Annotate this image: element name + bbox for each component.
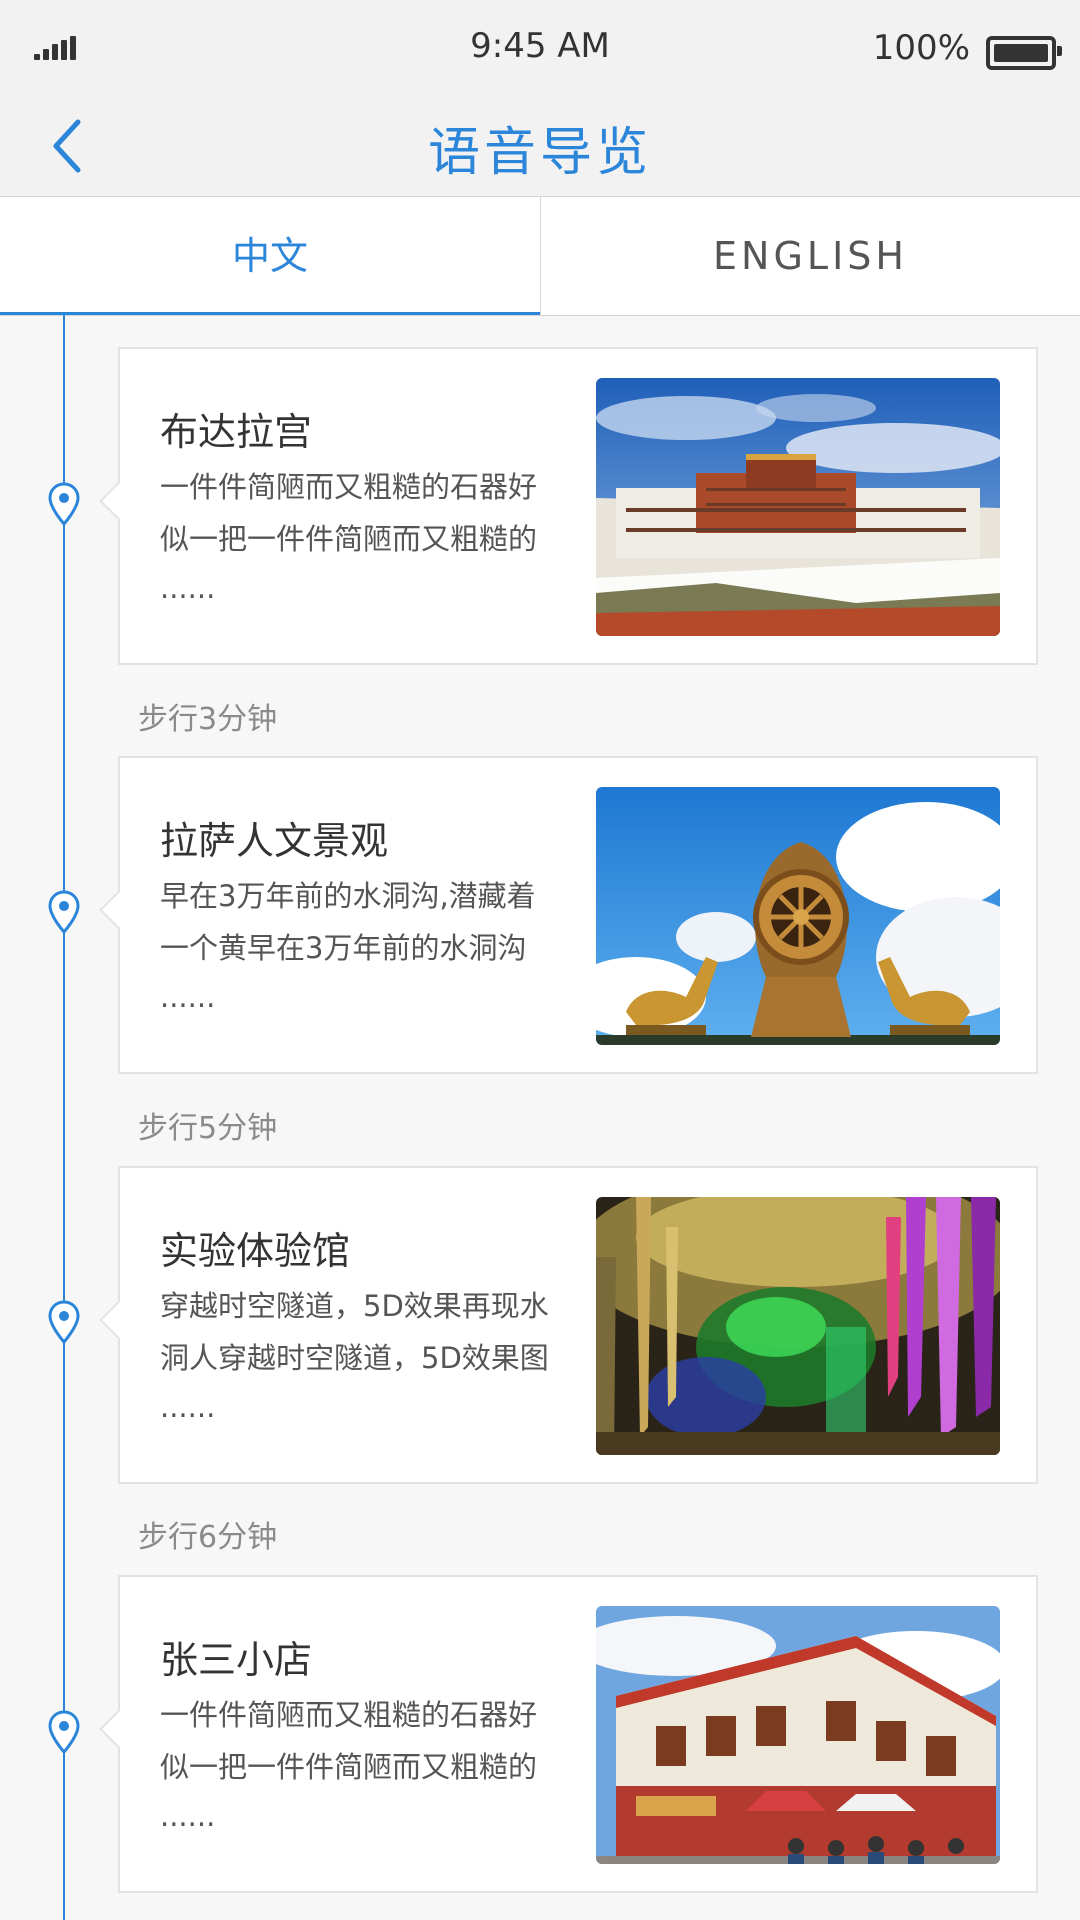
battery-percent: 100% (872, 28, 970, 68)
stop-title: 张三小店 (160, 1638, 313, 1682)
dharma-wheel-image (596, 787, 1000, 1045)
stop-ellipsis: ...... (160, 1799, 216, 1833)
potala-palace-image (596, 378, 1000, 636)
stop-title: 实验体验馆 (160, 1229, 351, 1273)
tour-stop-card[interactable]: 实验体验馆 穿越时空隧道，5D效果再现水洞人穿越时空隧道，5D效果图 .....… (118, 1166, 1038, 1484)
tour-stop-card[interactable]: 张三小店 一件件简陋而又粗糙的石器好似一把一件件简陋而又粗糙的 ...... (118, 1575, 1038, 1893)
location-pin-icon (48, 482, 80, 526)
stop-description: 一件件简陋而又粗糙的石器好似一把一件件简陋而又粗糙的 (160, 1698, 538, 1784)
location-pin-icon (48, 890, 80, 934)
walk-time-label: 步行3分钟 (138, 702, 278, 737)
timeline-line (63, 315, 65, 1920)
cave-image (596, 1197, 1000, 1455)
stop-description: 穿越时空隧道，5D效果再现水洞人穿越时空隧道，5D效果图 (160, 1289, 549, 1375)
battery-icon (986, 36, 1062, 70)
tour-stop-card[interactable]: 拉萨人文景观 早在3万年前的水洞沟,潜藏着一个黄早在3万年前的水洞沟 .....… (118, 756, 1038, 1074)
stop-ellipsis: ...... (160, 980, 216, 1014)
stop-title: 拉萨人文景观 (160, 819, 389, 863)
walk-time-label: 步行6分钟 (138, 1520, 278, 1555)
location-pin-icon (48, 1300, 80, 1344)
stop-ellipsis: ...... (160, 1390, 216, 1424)
page-title: 语音导览 (427, 123, 652, 183)
location-pin-icon (48, 1710, 80, 1754)
shop-image (596, 1606, 1000, 1864)
status-bar: 9:45 AM 100% (0, 0, 1080, 96)
language-tabs: 中文 ENGLISH (0, 197, 1080, 316)
tour-stop-card[interactable]: 布达拉宫 一件件简陋而又粗糙的石器好似一把一件件简陋而又粗糙的 ...... (118, 347, 1038, 665)
tab-english[interactable]: ENGLISH (540, 197, 1080, 315)
nav-bar: 语音导览 (0, 96, 1080, 197)
stop-description: 早在3万年前的水洞沟,潜藏着一个黄早在3万年前的水洞沟 (160, 879, 536, 965)
stop-title: 布达拉宫 (160, 410, 313, 454)
walk-time-label: 步行5分钟 (138, 1111, 278, 1146)
stop-description: 一件件简陋而又粗糙的石器好似一把一件件简陋而又粗糙的 (160, 470, 538, 556)
tab-chinese[interactable]: 中文 (0, 197, 540, 315)
stop-ellipsis: ...... (160, 571, 216, 605)
